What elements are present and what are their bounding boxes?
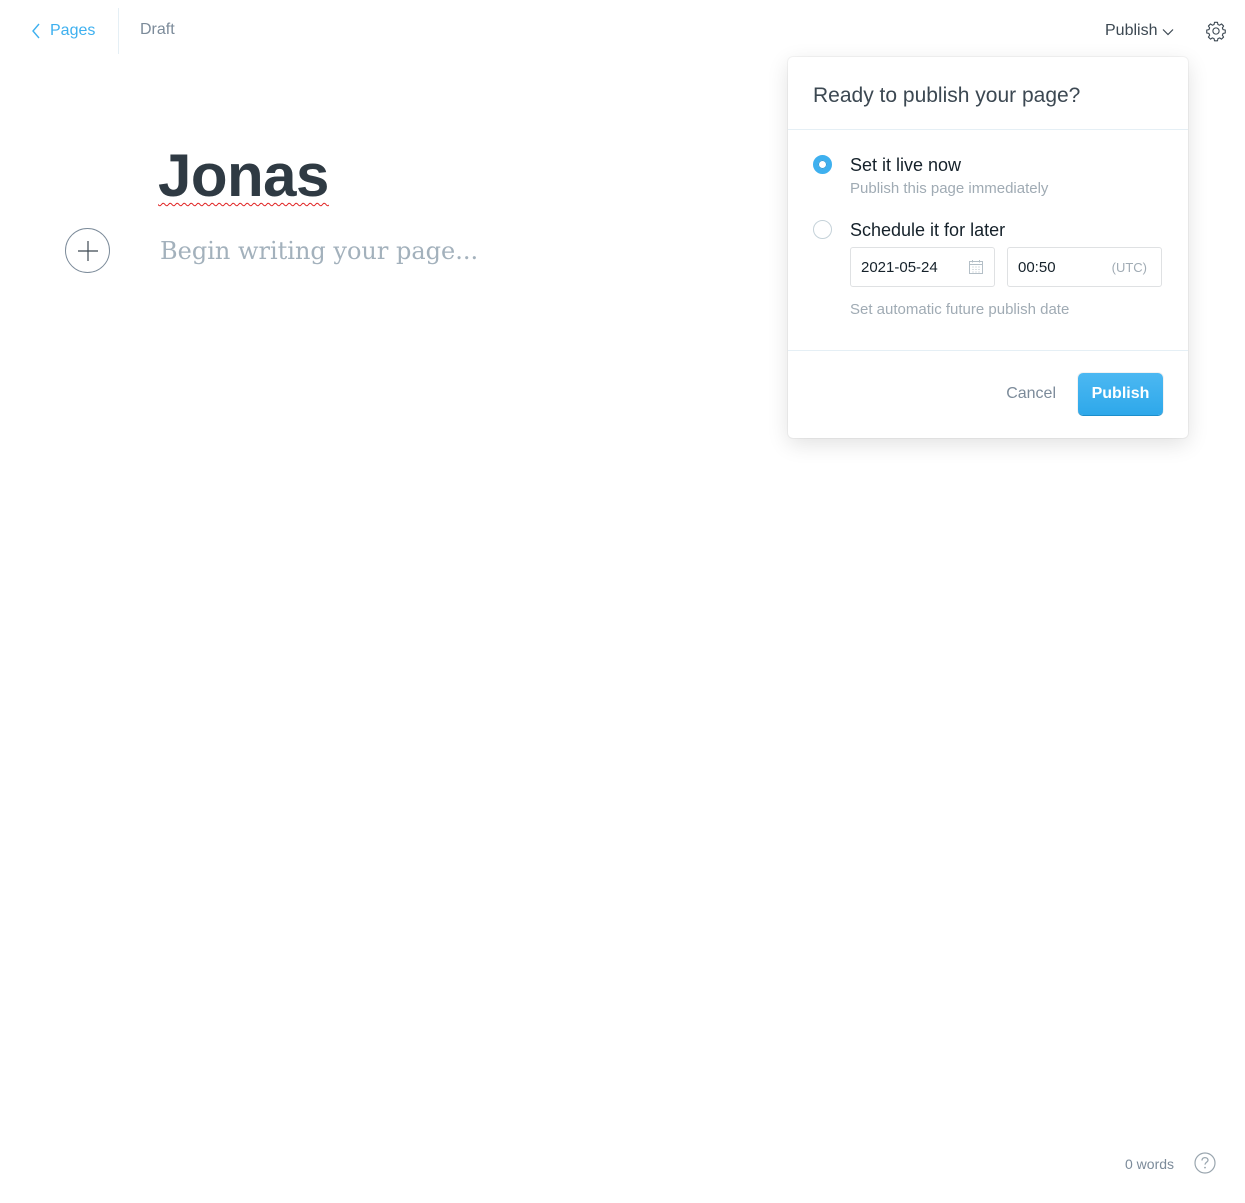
- schedule-inputs: 2021-05-24 00:50 (UTC): [850, 247, 1163, 287]
- back-link-label: Pages: [50, 22, 96, 39]
- word-count: 0 words: [1125, 1156, 1175, 1172]
- option-hint: Publish this page immediately: [850, 180, 1049, 197]
- publish-time-field[interactable]: 00:50 (UTC): [1007, 247, 1162, 287]
- page-body-editor[interactable]: Begin writing your page...: [160, 235, 720, 267]
- radio-set-live-now[interactable]: [813, 155, 832, 174]
- publish-menu-trigger[interactable]: Publish: [1105, 19, 1174, 43]
- publish-menu-label: Publish: [1105, 22, 1158, 39]
- publish-date-value: 2021-05-24: [861, 258, 938, 276]
- page-title-text: Jonas: [158, 142, 329, 209]
- radio-schedule-later[interactable]: [813, 220, 832, 239]
- publish-time-value: 00:50: [1018, 258, 1056, 276]
- help-button[interactable]: [1194, 1152, 1216, 1174]
- top-bar: Pages Draft Publish: [0, 0, 1245, 62]
- post-status: Draft: [140, 21, 175, 38]
- cancel-button[interactable]: Cancel: [1006, 385, 1056, 403]
- option-label: Schedule it for later: [850, 220, 1006, 240]
- option-label: Set it live now: [850, 155, 962, 175]
- back-to-pages-link[interactable]: Pages: [30, 18, 95, 44]
- publish-button[interactable]: Publish: [1078, 373, 1163, 415]
- chevron-down-icon: [1163, 28, 1174, 35]
- publish-popover: Ready to publish your page? Set it live …: [788, 57, 1188, 438]
- editor-page: Pages Draft Publish Jonas Begin writing …: [0, 0, 1245, 1203]
- publish-date-field[interactable]: 2021-05-24: [850, 247, 995, 287]
- publish-options: Set it live now Publish this page immedi…: [788, 130, 1188, 351]
- add-card-button[interactable]: [65, 228, 110, 273]
- popover-heading: Ready to publish your page?: [788, 57, 1188, 130]
- option-schedule-later[interactable]: Schedule it for later 2021-05-24 00:50 (…: [813, 219, 1163, 318]
- settings-button[interactable]: [1203, 18, 1229, 44]
- chevron-left-icon: [32, 23, 40, 39]
- header-divider: [118, 8, 119, 54]
- gear-icon: [1206, 21, 1226, 42]
- calendar-icon[interactable]: [968, 259, 984, 275]
- plus-icon: [77, 240, 98, 261]
- timezone-label: (UTC): [1111, 259, 1147, 275]
- page-title[interactable]: Jonas: [158, 140, 329, 212]
- schedule-hint: Set automatic future publish date: [850, 301, 1070, 318]
- help-icon: [1194, 1152, 1216, 1174]
- popover-footer: Cancel Publish: [788, 351, 1188, 437]
- option-set-live-now[interactable]: Set it live now Publish this page immedi…: [813, 154, 1163, 197]
